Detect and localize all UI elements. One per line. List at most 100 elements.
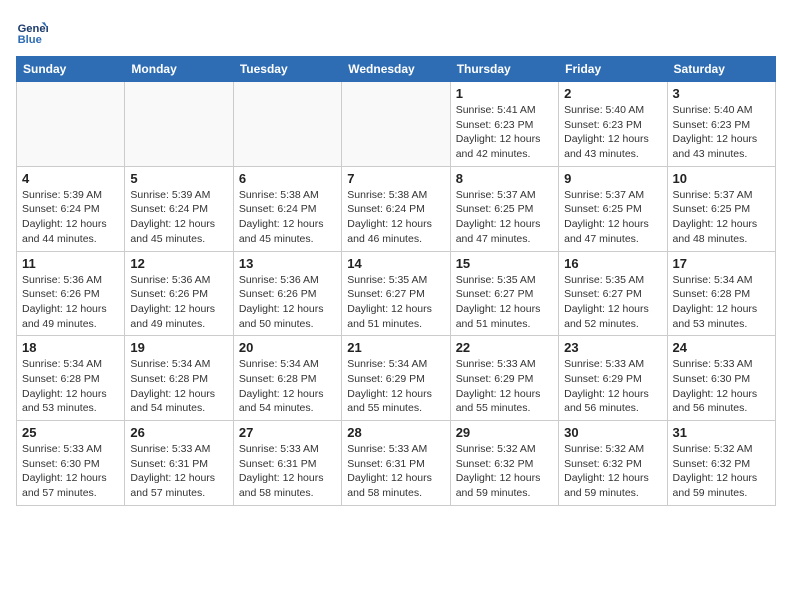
calendar-cell: 20 Sunrise: 5:34 AM Sunset: 6:28 PM Dayli… <box>233 336 341 421</box>
day-number: 1 <box>456 86 553 101</box>
day-number: 11 <box>22 256 119 271</box>
day-info: Sunrise: 5:32 AM Sunset: 6:32 PM Dayligh… <box>564 442 661 501</box>
calendar-cell <box>17 82 125 167</box>
calendar-cell: 23 Sunrise: 5:33 AM Sunset: 6:29 PM Dayli… <box>559 336 667 421</box>
calendar-cell: 25Sunrise: 5:33 AM Sunset: 6:30 PM Dayli… <box>17 421 125 506</box>
day-number: 13 <box>239 256 336 271</box>
week-row-0: 1 Sunrise: 5:41 AM Sunset: 6:23 PM Daylig… <box>17 82 776 167</box>
calendar-cell: 19 Sunrise: 5:34 AM Sunset: 6:28 PM Dayli… <box>125 336 233 421</box>
svg-text:Blue: Blue <box>18 34 42 46</box>
week-row-1: 4 Sunrise: 5:39 AM Sunset: 6:24 PM Daylig… <box>17 166 776 251</box>
calendar-cell: 3Sunrise: 5:40 AM Sunset: 6:23 PM Daylig… <box>667 82 775 167</box>
day-number: 17 <box>673 256 770 271</box>
day-number: 6 <box>239 171 336 186</box>
calendar-cell: 29 Sunrise: 5:32 AM Sunset: 6:32 PM Dayli… <box>450 421 558 506</box>
calendar-cell: 8 Sunrise: 5:37 AM Sunset: 6:25 PM Daylig… <box>450 166 558 251</box>
calendar-cell: 7 Sunrise: 5:38 AM Sunset: 6:24 PM Daylig… <box>342 166 450 251</box>
day-info: Sunrise: 5:34 AM Sunset: 6:28 PM Dayligh… <box>22 357 119 416</box>
day-number: 22 <box>456 340 553 355</box>
calendar-cell: 2 Sunrise: 5:40 AM Sunset: 6:23 PM Daylig… <box>559 82 667 167</box>
calendar-cell: 28 Sunrise: 5:33 AM Sunset: 6:31 PM Dayli… <box>342 421 450 506</box>
calendar-cell: 12Sunrise: 5:36 AM Sunset: 6:26 PM Dayli… <box>125 251 233 336</box>
day-number: 3 <box>673 86 770 101</box>
day-number: 16 <box>564 256 661 271</box>
day-number: 27 <box>239 425 336 440</box>
day-info: Sunrise: 5:39 AM Sunset: 6:24 PM Dayligh… <box>22 188 119 247</box>
calendar-cell: 9 Sunrise: 5:37 AM Sunset: 6:25 PM Daylig… <box>559 166 667 251</box>
calendar-cell: 22 Sunrise: 5:33 AM Sunset: 6:29 PM Dayli… <box>450 336 558 421</box>
day-info: Sunrise: 5:37 AM Sunset: 6:25 PM Dayligh… <box>673 188 770 247</box>
day-number: 7 <box>347 171 444 186</box>
calendar-header-row: SundayMondayTuesdayWednesdayThursdayFrid… <box>17 57 776 82</box>
calendar-cell: 1 Sunrise: 5:41 AM Sunset: 6:23 PM Daylig… <box>450 82 558 167</box>
day-number: 5 <box>130 171 227 186</box>
day-header-tuesday: Tuesday <box>233 57 341 82</box>
week-row-2: 11 Sunrise: 5:36 AM Sunset: 6:26 PM Dayli… <box>17 251 776 336</box>
day-number: 31 <box>673 425 770 440</box>
day-info: Sunrise: 5:33 AM Sunset: 6:29 PM Dayligh… <box>564 357 661 416</box>
day-info: Sunrise: 5:39 AM Sunset: 6:24 PM Dayligh… <box>130 188 227 247</box>
day-number: 29 <box>456 425 553 440</box>
day-number: 28 <box>347 425 444 440</box>
calendar-cell: 16 Sunrise: 5:35 AM Sunset: 6:27 PM Dayli… <box>559 251 667 336</box>
day-info: Sunrise: 5:36 AM Sunset: 6:26 PM Dayligh… <box>22 273 119 332</box>
day-info: Sunrise: 5:35 AM Sunset: 6:27 PM Dayligh… <box>456 273 553 332</box>
day-info: Sunrise: 5:35 AM Sunset: 6:27 PM Dayligh… <box>347 273 444 332</box>
day-info: Sunrise: 5:37 AM Sunset: 6:25 PM Dayligh… <box>456 188 553 247</box>
day-info: Sunrise: 5:41 AM Sunset: 6:23 PM Dayligh… <box>456 103 553 162</box>
calendar-cell: 15 Sunrise: 5:35 AM Sunset: 6:27 PM Dayli… <box>450 251 558 336</box>
day-number: 20 <box>239 340 336 355</box>
day-info: Sunrise: 5:33 AM Sunset: 6:31 PM Dayligh… <box>239 442 336 501</box>
calendar-cell <box>125 82 233 167</box>
day-number: 8 <box>456 171 553 186</box>
day-info: Sunrise: 5:37 AM Sunset: 6:25 PM Dayligh… <box>564 188 661 247</box>
day-number: 18 <box>22 340 119 355</box>
day-header-saturday: Saturday <box>667 57 775 82</box>
week-row-3: 18 Sunrise: 5:34 AM Sunset: 6:28 PM Dayli… <box>17 336 776 421</box>
day-number: 24 <box>673 340 770 355</box>
calendar-cell: 5 Sunrise: 5:39 AM Sunset: 6:24 PM Daylig… <box>125 166 233 251</box>
day-number: 4 <box>22 171 119 186</box>
day-info: Sunrise: 5:32 AM Sunset: 6:32 PM Dayligh… <box>456 442 553 501</box>
day-info: Sunrise: 5:33 AM Sunset: 6:30 PM Dayligh… <box>673 357 770 416</box>
calendar-cell: 18 Sunrise: 5:34 AM Sunset: 6:28 PM Dayli… <box>17 336 125 421</box>
day-number: 30 <box>564 425 661 440</box>
day-info: Sunrise: 5:34 AM Sunset: 6:28 PM Dayligh… <box>673 273 770 332</box>
day-number: 23 <box>564 340 661 355</box>
calendar-cell: 21Sunrise: 5:34 AM Sunset: 6:29 PM Dayli… <box>342 336 450 421</box>
logo: General Blue <box>16 16 52 48</box>
day-info: Sunrise: 5:33 AM Sunset: 6:29 PM Dayligh… <box>456 357 553 416</box>
day-number: 25 <box>22 425 119 440</box>
week-row-4: 25Sunrise: 5:33 AM Sunset: 6:30 PM Dayli… <box>17 421 776 506</box>
day-number: 12 <box>130 256 227 271</box>
calendar-cell <box>342 82 450 167</box>
calendar-cell: 13Sunrise: 5:36 AM Sunset: 6:26 PM Dayli… <box>233 251 341 336</box>
calendar-table: SundayMondayTuesdayWednesdayThursdayFrid… <box>16 56 776 506</box>
calendar-cell: 10Sunrise: 5:37 AM Sunset: 6:25 PM Dayli… <box>667 166 775 251</box>
day-header-friday: Friday <box>559 57 667 82</box>
day-number: 15 <box>456 256 553 271</box>
day-info: Sunrise: 5:34 AM Sunset: 6:28 PM Dayligh… <box>239 357 336 416</box>
day-number: 9 <box>564 171 661 186</box>
calendar-cell: 31 Sunrise: 5:32 AM Sunset: 6:32 PM Dayli… <box>667 421 775 506</box>
day-info: Sunrise: 5:33 AM Sunset: 6:31 PM Dayligh… <box>347 442 444 501</box>
calendar-cell: 6Sunrise: 5:38 AM Sunset: 6:24 PM Daylig… <box>233 166 341 251</box>
day-info: Sunrise: 5:40 AM Sunset: 6:23 PM Dayligh… <box>564 103 661 162</box>
day-info: Sunrise: 5:38 AM Sunset: 6:24 PM Dayligh… <box>347 188 444 247</box>
day-info: Sunrise: 5:35 AM Sunset: 6:27 PM Dayligh… <box>564 273 661 332</box>
day-header-monday: Monday <box>125 57 233 82</box>
calendar-cell <box>233 82 341 167</box>
calendar-cell: 24 Sunrise: 5:33 AM Sunset: 6:30 PM Dayli… <box>667 336 775 421</box>
day-info: Sunrise: 5:34 AM Sunset: 6:28 PM Dayligh… <box>130 357 227 416</box>
day-header-sunday: Sunday <box>17 57 125 82</box>
day-number: 19 <box>130 340 227 355</box>
calendar-cell: 14Sunrise: 5:35 AM Sunset: 6:27 PM Dayli… <box>342 251 450 336</box>
calendar-cell: 11 Sunrise: 5:36 AM Sunset: 6:26 PM Dayli… <box>17 251 125 336</box>
calendar-cell: 30 Sunrise: 5:32 AM Sunset: 6:32 PM Dayli… <box>559 421 667 506</box>
day-header-wednesday: Wednesday <box>342 57 450 82</box>
day-info: Sunrise: 5:33 AM Sunset: 6:31 PM Dayligh… <box>130 442 227 501</box>
day-number: 2 <box>564 86 661 101</box>
svg-text:General: General <box>18 23 48 35</box>
calendar-cell: 26Sunrise: 5:33 AM Sunset: 6:31 PM Dayli… <box>125 421 233 506</box>
day-info: Sunrise: 5:32 AM Sunset: 6:32 PM Dayligh… <box>673 442 770 501</box>
